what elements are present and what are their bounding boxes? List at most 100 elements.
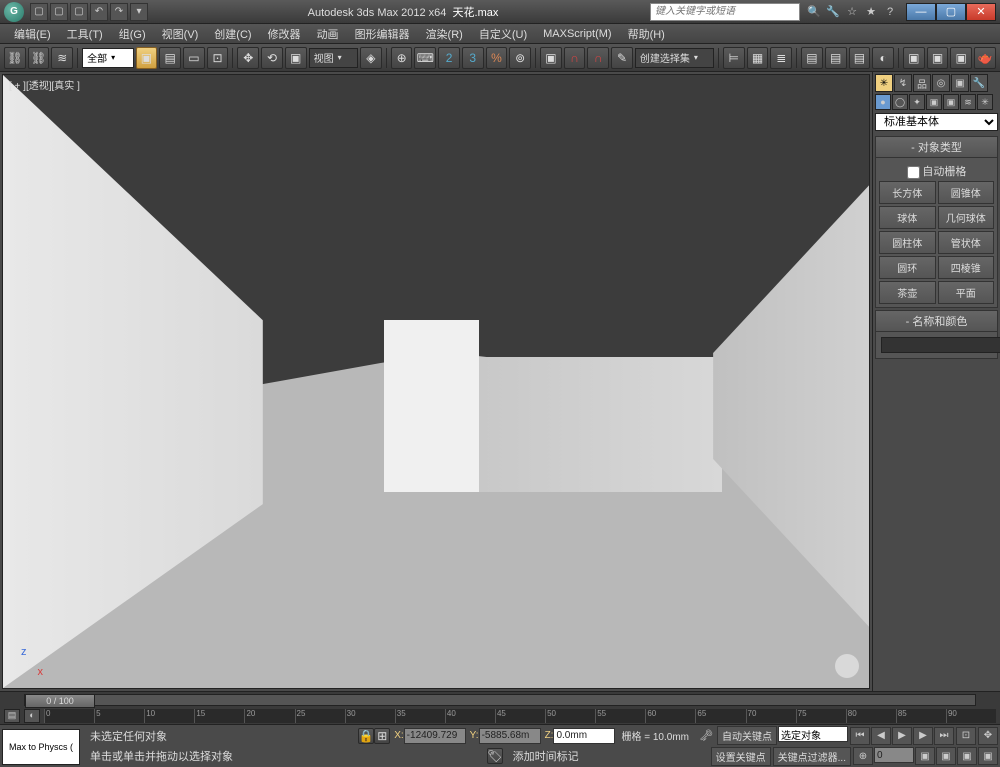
add-time-tag[interactable]: 添加时间标记 <box>507 748 585 764</box>
object-name-input[interactable] <box>881 337 1000 353</box>
create-tab-icon[interactable]: ✳ <box>875 74 893 92</box>
select-name-icon[interactable]: ▤ <box>159 47 181 69</box>
rollout-name-color[interactable]: - 名称和颜色 <box>875 310 998 332</box>
viewcube-icon[interactable] <box>835 654 859 678</box>
lights-icon[interactable]: ✦ <box>909 94 925 110</box>
nav4-icon[interactable]: ▣ <box>978 747 998 765</box>
set-key-button[interactable]: 设置关键点 <box>711 747 771 766</box>
utilities-tab-icon[interactable]: 🔧 <box>970 74 988 92</box>
motion-tab-icon[interactable]: ◎ <box>932 74 950 92</box>
spacewarps-icon[interactable]: ≋ <box>960 94 976 110</box>
teapot-button[interactable]: 茶壶 <box>879 281 936 304</box>
menu-views[interactable]: 视图(V) <box>154 24 207 44</box>
plane-button[interactable]: 平面 <box>938 281 995 304</box>
goto-end-icon[interactable]: ⏭ <box>934 727 954 745</box>
time-config-icon[interactable]: ⊕ <box>853 747 873 765</box>
cylinder-button[interactable]: 圆柱体 <box>879 231 936 254</box>
z-coord-input[interactable] <box>553 728 615 744</box>
spinner-snap-icon[interactable]: ⊚ <box>509 47 531 69</box>
layers-icon[interactable]: ▤ <box>801 47 823 69</box>
sphere-button[interactable]: 球体 <box>879 206 936 229</box>
unlink-icon[interactable]: ⛓ <box>28 47 50 69</box>
trackbar-toggle-icon[interactable]: ▤ <box>4 709 20 723</box>
menu-create[interactable]: 创建(C) <box>206 24 259 44</box>
maximize-button[interactable]: ▢ <box>936 3 966 21</box>
render-prod-icon[interactable]: ▣ <box>950 47 972 69</box>
array-icon[interactable]: ▦ <box>747 47 769 69</box>
menu-group[interactable]: 组(G) <box>111 24 154 44</box>
nav2-icon[interactable]: ▣ <box>936 747 956 765</box>
menu-rendering[interactable]: 渲染(R) <box>418 24 471 44</box>
search-icon[interactable]: 🔍 <box>806 4 822 20</box>
snap-percent-icon[interactable]: % <box>486 47 508 69</box>
selection-filter-dropdown[interactable]: 全部 <box>82 48 133 68</box>
undo-icon[interactable]: ↶ <box>90 3 108 21</box>
prev-frame-icon[interactable]: ◀ <box>871 727 891 745</box>
select-object-icon[interactable]: ▣ <box>136 47 158 69</box>
display-tab-icon[interactable]: ▣ <box>951 74 969 92</box>
comm-icon[interactable]: ☆ <box>844 4 860 20</box>
key-icon[interactable]: 🔧 <box>825 4 841 20</box>
qat-more-icon[interactable]: ▾ <box>130 3 148 21</box>
modify-tab-icon[interactable]: ↯ <box>894 74 912 92</box>
time-tag-icon[interactable]: 🏷 <box>487 748 503 764</box>
pivot-icon[interactable]: ◈ <box>360 47 382 69</box>
y-coord-input[interactable] <box>479 728 541 744</box>
redo-icon[interactable]: ↷ <box>110 3 128 21</box>
menu-customize[interactable]: 自定义(U) <box>471 24 535 44</box>
key-filters-button[interactable]: 关键点过滤器... <box>773 747 851 766</box>
manipulate-icon[interactable]: ⊕ <box>391 47 413 69</box>
keyboard-icon[interactable]: ⌨ <box>414 47 436 69</box>
snap-angle-icon[interactable]: 3 <box>462 47 484 69</box>
viewport-label[interactable]: [ + ][透视][真实 ] <box>9 77 80 92</box>
nav-icon[interactable]: ✥ <box>978 727 998 745</box>
help-icon[interactable]: ? <box>882 4 898 20</box>
select-region-icon[interactable]: ▭ <box>183 47 205 69</box>
save-icon[interactable]: ▢ <box>70 3 88 21</box>
menu-animation[interactable]: 动画 <box>309 24 347 44</box>
time-slider-thumb[interactable]: 0 / 100 <box>25 694 95 708</box>
isolate-icon[interactable]: ⊡ <box>956 727 976 745</box>
auto-key-button[interactable]: 自动关键点 <box>717 726 777 745</box>
window-cross-icon[interactable]: ⊡ <box>207 47 229 69</box>
box-button[interactable]: 长方体 <box>879 181 936 204</box>
fav-icon[interactable]: ★ <box>863 4 879 20</box>
next-frame-icon[interactable]: ▶ <box>913 727 933 745</box>
select-move-icon[interactable]: ✥ <box>237 47 259 69</box>
align-icon[interactable]: ≣ <box>770 47 792 69</box>
schematic-icon[interactable]: ▤ <box>849 47 871 69</box>
shapes-icon[interactable]: ◯ <box>892 94 908 110</box>
selected-object-input[interactable] <box>778 726 848 742</box>
material-icon[interactable]: ◐ <box>872 47 894 69</box>
physx-tool-button[interactable]: Max to Physcs ( <box>2 729 80 765</box>
edit-sel-icon[interactable]: ✎ <box>611 47 633 69</box>
app-icon[interactable]: G <box>4 2 24 22</box>
pyramid-button[interactable]: 四棱锥 <box>938 256 995 279</box>
systems-icon[interactable]: ✳ <box>977 94 993 110</box>
menu-tools[interactable]: 工具(T) <box>59 24 111 44</box>
nav3-icon[interactable]: ▣ <box>957 747 977 765</box>
viewport-perspective[interactable]: [ + ][透视][真实 ] zx <box>2 74 870 689</box>
close-button[interactable]: ✕ <box>966 3 996 21</box>
create-selection-dropdown[interactable]: 创建选择集 <box>635 48 714 68</box>
key-lock-icon[interactable]: 🗝 <box>697 727 715 745</box>
magnet2-icon[interactable]: ∩ <box>587 47 609 69</box>
frame-input[interactable] <box>874 747 914 763</box>
rollout-object-type[interactable]: - 对象类型 <box>875 136 998 158</box>
menu-graph-editors[interactable]: 图形编辑器 <box>347 24 418 44</box>
geometry-icon[interactable]: ● <box>875 94 891 110</box>
render-teapot-icon[interactable]: 🫖 <box>974 47 996 69</box>
menu-modifiers[interactable]: 修改器 <box>260 24 309 44</box>
named-sel-icon[interactable]: ▣ <box>540 47 562 69</box>
link-icon[interactable]: ⛓ <box>4 47 26 69</box>
trackbar-key-icon[interactable]: ◐ <box>24 709 40 723</box>
helpers-icon[interactable]: ▣ <box>943 94 959 110</box>
menu-help[interactable]: 帮助(H) <box>620 24 673 44</box>
menu-edit[interactable]: 编辑(E) <box>6 24 59 44</box>
curve-editor-icon[interactable]: ▤ <box>825 47 847 69</box>
select-scale-icon[interactable]: ▣ <box>285 47 307 69</box>
snap-2d-icon[interactable]: 2 <box>438 47 460 69</box>
help-search-input[interactable] <box>650 3 800 21</box>
trackbar-ruler[interactable]: 051015202530354045505560657075808590 <box>44 709 996 723</box>
nav1-icon[interactable]: ▣ <box>915 747 935 765</box>
